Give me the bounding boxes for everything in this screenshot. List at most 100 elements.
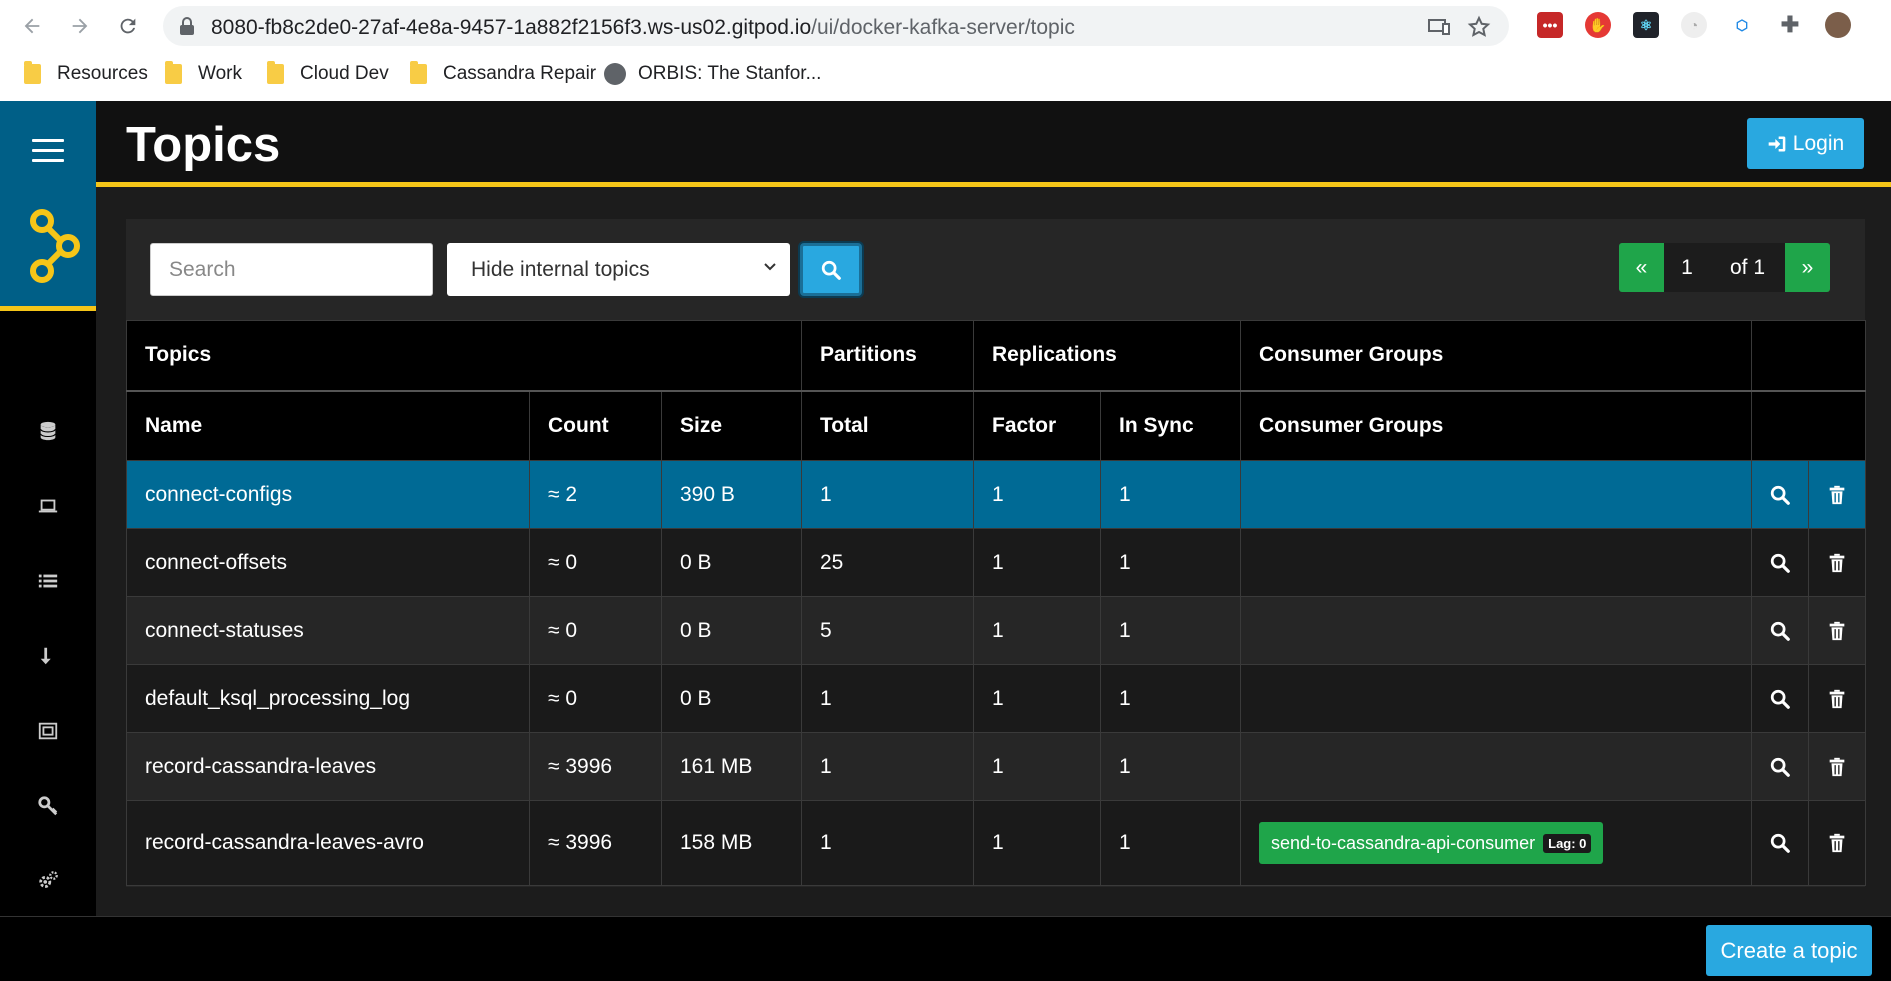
laptop-icon[interactable] <box>36 494 60 518</box>
sort-arrow-icon[interactable] <box>36 644 60 668</box>
ext-react-icon[interactable]: ⚛ <box>1633 12 1659 38</box>
view-topic-button[interactable] <box>1751 460 1809 529</box>
bookmark-work[interactable]: Work <box>165 60 242 88</box>
object-group-icon[interactable] <box>36 719 60 743</box>
table-row[interactable]: connect-offsets ≈ 0 0 B 25 1 1 <box>126 528 1866 597</box>
delete-topic-button[interactable] <box>1808 528 1866 597</box>
table-row[interactable]: connect-configs ≈ 2 390 B 1 1 1 <box>126 460 1866 529</box>
view-topic-button[interactable] <box>1751 596 1809 665</box>
ext-adblock-icon[interactable]: ✋ <box>1585 12 1611 38</box>
partitions-total: 1 <box>801 664 974 733</box>
topic-name[interactable]: default_ksql_processing_log <box>126 664 530 733</box>
topic-size: 0 B <box>661 664 802 733</box>
topic-name[interactable]: record-cassandra-leaves-avro <box>126 800 530 886</box>
topic-filter-select[interactable]: Hide internal topics <box>447 243 790 296</box>
search-icon <box>821 260 841 280</box>
login-button[interactable]: Login <box>1747 118 1864 169</box>
replication-in-sync: 1 <box>1100 800 1241 886</box>
delete-topic-button[interactable] <box>1808 732 1866 801</box>
delete-topic-button[interactable] <box>1808 596 1866 665</box>
ext-hex-icon[interactable]: ⬡ <box>1729 12 1755 38</box>
settings-gears-icon[interactable] <box>36 869 60 893</box>
extensions-puzzle-icon[interactable]: ✚ <box>1777 12 1803 38</box>
search-icon <box>1770 485 1790 505</box>
profile-avatar[interactable] <box>1825 12 1851 38</box>
partitions-total: 25 <box>801 528 974 597</box>
folder-icon <box>410 61 427 84</box>
trash-icon <box>1829 834 1845 853</box>
col-header-total[interactable]: Total <box>801 390 974 461</box>
consumer-group-badge[interactable]: send-to-cassandra-api-consumer Lag: 0 <box>1259 822 1604 864</box>
back-arrow-icon[interactable] <box>16 10 48 42</box>
consumer-groups-cell: send-to-cassandra-api-consumer Lag: 0 <box>1240 800 1752 886</box>
col-header-count[interactable]: Count <box>529 390 662 461</box>
trash-icon <box>1829 485 1845 505</box>
ext-lastpass-icon[interactable]: ••• <box>1537 12 1563 38</box>
delete-topic-button[interactable] <box>1808 664 1866 733</box>
topic-count: ≈ 0 <box>529 528 662 597</box>
topic-name[interactable]: record-cassandra-leaves <box>126 732 530 801</box>
search-button[interactable] <box>800 243 862 296</box>
view-topic-button[interactable] <box>1751 732 1809 801</box>
table-row[interactable]: connect-statuses ≈ 0 0 B 5 1 1 <box>126 596 1866 665</box>
partitions-total: 5 <box>801 596 974 665</box>
star-icon[interactable] <box>1467 15 1491 39</box>
address-bar[interactable]: 8080-fb8c2de0-27af-4e8a-9457-1a882f2156f… <box>163 6 1509 46</box>
group-header-actions <box>1751 320 1866 392</box>
delete-topic-button[interactable] <box>1808 460 1866 529</box>
kafka-logo-icon[interactable] <box>28 209 82 283</box>
hamburger-menu-icon[interactable] <box>32 139 64 163</box>
view-topic-button[interactable] <box>1751 800 1809 886</box>
bookmark-orbis[interactable]: ORBIS: The Stanfor... <box>604 60 821 88</box>
topic-count: ≈ 0 <box>529 596 662 665</box>
col-header-name[interactable]: Name <box>126 390 530 461</box>
view-topic-button[interactable] <box>1751 664 1809 733</box>
topic-count: ≈ 3996 <box>529 800 662 886</box>
table-row[interactable]: record-cassandra-leaves ≈ 3996 161 MB 1 … <box>126 732 1866 801</box>
reload-icon[interactable] <box>112 10 144 42</box>
partitions-total: 1 <box>801 800 974 886</box>
bookmark-cloud-dev[interactable]: Cloud Dev <box>267 60 389 88</box>
database-icon[interactable] <box>36 419 60 443</box>
cast-icon[interactable] <box>1427 15 1451 39</box>
list-icon[interactable] <box>36 569 60 593</box>
folder-icon <box>267 61 284 84</box>
search-input[interactable] <box>150 243 433 296</box>
col-header-size[interactable]: Size <box>661 390 802 461</box>
consumer-groups-cell <box>1240 596 1752 665</box>
col-header-factor[interactable]: Factor <box>973 390 1101 461</box>
forward-arrow-icon[interactable] <box>64 10 96 42</box>
page-title: Topics <box>126 118 281 172</box>
replication-in-sync: 1 <box>1100 528 1241 597</box>
bookmark-resources[interactable]: Resources <box>24 60 148 88</box>
bottom-bar: Create a topic <box>0 916 1891 981</box>
sidebar <box>0 101 96 916</box>
col-header-consumer-groups[interactable]: Consumer Groups <box>1240 390 1752 461</box>
topic-name[interactable]: connect-offsets <box>126 528 530 597</box>
trash-icon <box>1829 689 1845 709</box>
group-header-partitions: Partitions <box>801 320 974 392</box>
table-column-header-row: Name Count Size Total Factor In Sync Con… <box>126 390 1866 461</box>
view-topic-button[interactable] <box>1751 528 1809 597</box>
create-topic-button[interactable]: Create a topic <box>1706 925 1872 976</box>
page-next-button[interactable]: » <box>1785 243 1830 292</box>
topic-name[interactable]: connect-statuses <box>126 596 530 665</box>
delete-topic-button[interactable] <box>1808 800 1866 886</box>
search-icon <box>1770 553 1790 573</box>
sign-in-icon <box>1768 136 1786 151</box>
table-row[interactable]: record-cassandra-leaves-avro ≈ 3996 158 … <box>126 800 1866 886</box>
folder-icon <box>24 61 41 84</box>
page-prev-button[interactable]: « <box>1619 243 1664 292</box>
topic-name[interactable]: connect-configs <box>126 460 530 529</box>
group-header-topics: Topics <box>126 320 802 392</box>
trash-icon <box>1829 757 1845 777</box>
page-current[interactable]: 1 <box>1664 243 1710 292</box>
key-icon[interactable] <box>36 794 60 818</box>
table-row[interactable]: default_ksql_processing_log ≈ 0 0 B 1 1 … <box>126 664 1866 733</box>
ext-clock-icon[interactable]: ◔ <box>1681 12 1707 38</box>
replication-in-sync: 1 <box>1100 664 1241 733</box>
search-icon <box>1770 757 1790 777</box>
bookmark-cassandra-repair[interactable]: Cassandra Repair <box>410 60 596 88</box>
col-header-in-sync[interactable]: In Sync <box>1100 390 1241 461</box>
sidebar-header <box>0 101 96 311</box>
